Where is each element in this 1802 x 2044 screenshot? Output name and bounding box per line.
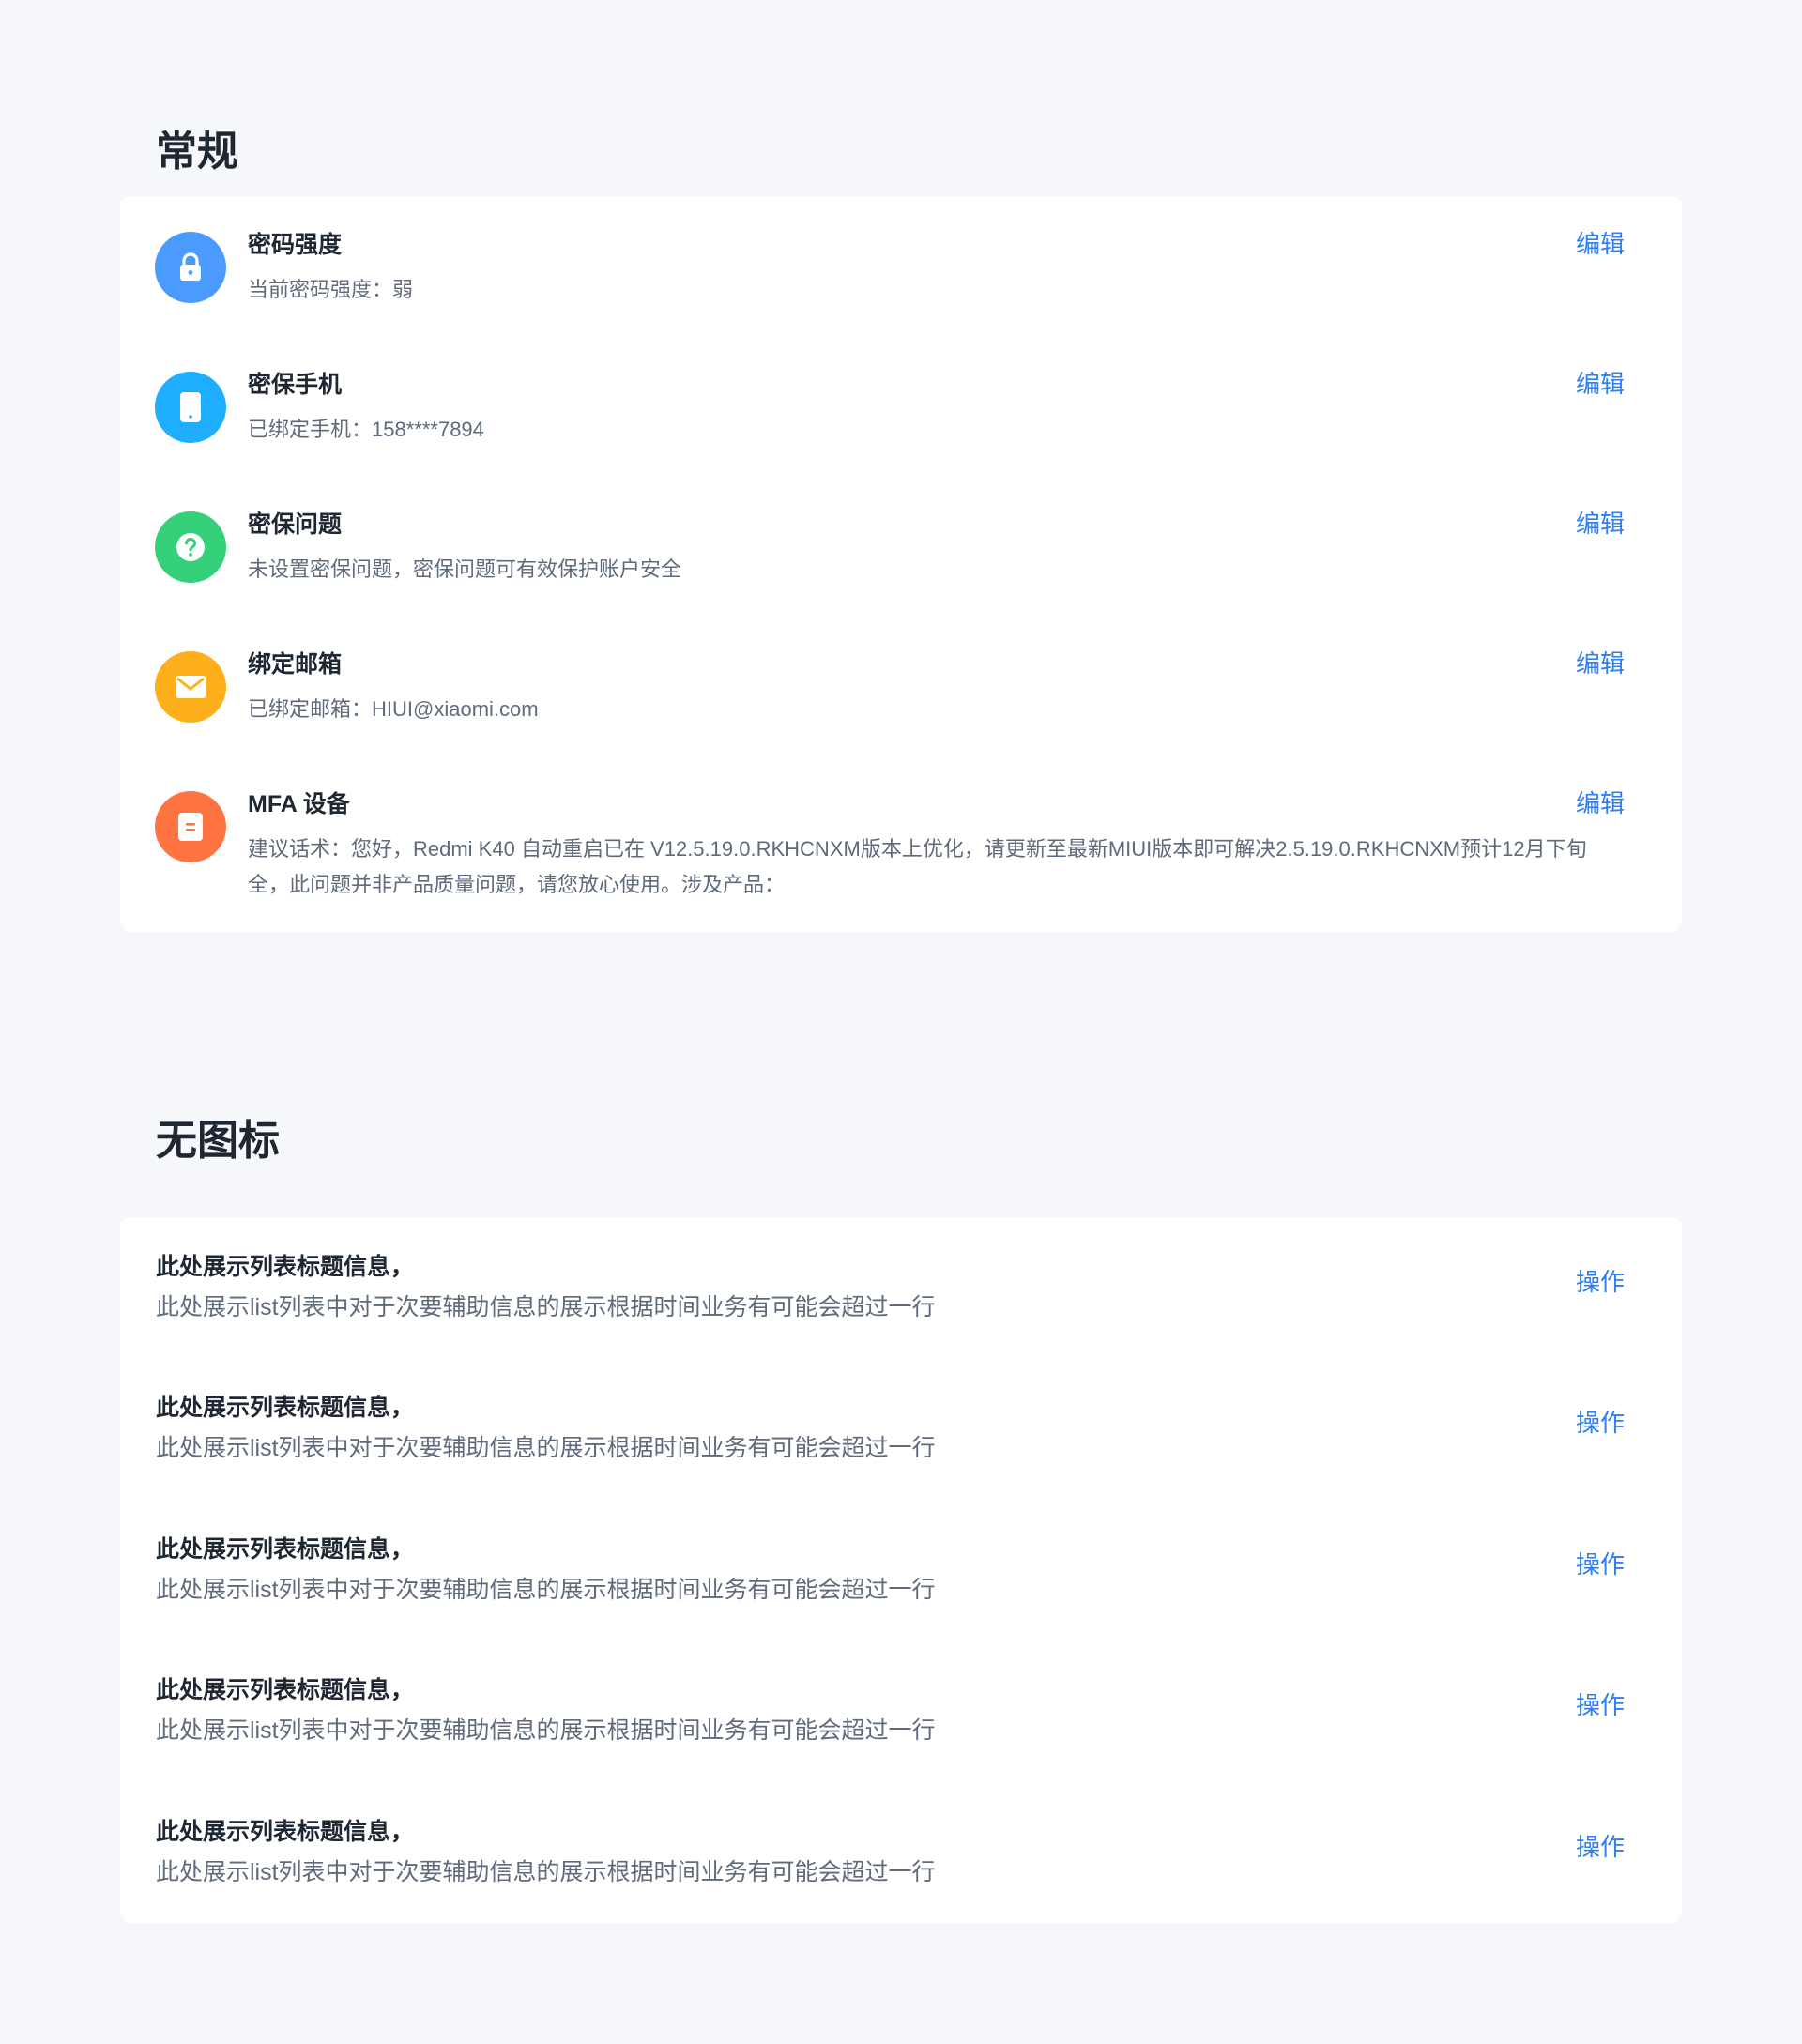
phone-icon [155, 372, 226, 443]
edit-question-button[interactable]: 编辑 [1576, 510, 1625, 539]
list-item: 此处展示列表标题信息， 此处展示list列表中对于次要辅助信息的展示根据时间业务… [120, 1782, 1682, 1923]
list-item-desc: 此处展示list列表中对于次要辅助信息的展示根据时间业务有可能会超过一行 [156, 1859, 936, 1885]
no-icon-list-card: 此处展示列表标题信息， 此处展示list列表中对于次要辅助信息的展示根据时间业务… [120, 1217, 1682, 1923]
list-item-desc: 此处展示list列表中对于次要辅助信息的展示根据时间业务有可能会超过一行 [156, 1435, 936, 1461]
edit-phone-button[interactable]: 编辑 [1576, 370, 1625, 399]
general-list-card: 密码强度 当前密码强度：弱 编辑 密保手机 已绑定手机：158****7894 … [120, 196, 1682, 932]
question-icon [155, 511, 226, 583]
lock-icon [155, 232, 226, 303]
mfa-device-title: MFA 设备 [248, 791, 350, 817]
list-item-password-strength: 密码强度 当前密码强度：弱 编辑 [120, 196, 1682, 336]
list-item-action-button[interactable]: 操作 [1576, 1691, 1625, 1720]
edit-password-button[interactable]: 编辑 [1576, 230, 1625, 259]
list-item-title: 此处展示列表标题信息， [156, 1254, 415, 1280]
list-item: 此处展示列表标题信息， 此处展示list列表中对于次要辅助信息的展示根据时间业务… [120, 1640, 1682, 1781]
list-item-desc: 此处展示list列表中对于次要辅助信息的展示根据时间业务有可能会超过一行 [156, 1577, 936, 1603]
list-item-desc: 此处展示list列表中对于次要辅助信息的展示根据时间业务有可能会超过一行 [156, 1717, 936, 1744]
edit-mfa-button[interactable]: 编辑 [1576, 789, 1625, 818]
security-phone-title: 密保手机 [248, 372, 343, 398]
section-title-general: 常规 [156, 129, 238, 175]
list-item-title: 此处展示列表标题信息， [156, 1819, 415, 1845]
list-item-action-button[interactable]: 操作 [1576, 1268, 1625, 1297]
bound-email-desc: 已绑定邮箱：HIUI@xiaomi.com [248, 697, 539, 721]
bound-email-title: 绑定邮箱 [248, 651, 343, 678]
list-item-mfa-device: MFA 设备 建议话术：您好，Redmi K40 自动重启已在 V12.5.19… [120, 755, 1682, 932]
list-item: 此处展示列表标题信息， 此处展示list列表中对于次要辅助信息的展示根据时间业务… [120, 1358, 1682, 1499]
list-item-title: 此处展示列表标题信息， [156, 1395, 415, 1421]
mail-icon [155, 651, 226, 723]
list-item-action-button[interactable]: 操作 [1576, 1409, 1625, 1438]
section-title-no-icon: 无图标 [156, 1118, 280, 1164]
list-item-security-phone: 密保手机 已绑定手机：158****7894 编辑 [120, 336, 1682, 476]
password-strength-title: 密码强度 [248, 232, 343, 258]
list-item-title: 此处展示列表标题信息， [156, 1677, 415, 1703]
list-item-title: 此处展示列表标题信息， [156, 1536, 415, 1563]
edit-email-button[interactable]: 编辑 [1576, 649, 1625, 679]
security-phone-desc: 已绑定手机：158****7894 [248, 418, 484, 441]
document-icon [155, 791, 226, 862]
list-item-security-question: 密保问题 未设置密保问题，密保问题可有效保护账户安全 编辑 [120, 476, 1682, 616]
mfa-device-desc: 建议话术：您好，Redmi K40 自动重启已在 V12.5.19.0.RKHC… [248, 837, 1587, 896]
security-question-desc: 未设置密保问题，密保问题可有效保护账户安全 [248, 557, 682, 581]
list-item-action-button[interactable]: 操作 [1576, 1550, 1625, 1579]
page: 常规 密码强度 当前密码强度：弱 编辑 密保手机 已绑定手机：158****78… [0, 0, 1802, 2044]
list-item-bound-email: 绑定邮箱 已绑定邮箱：HIUI@xiaomi.com 编辑 [120, 616, 1682, 755]
password-strength-desc: 当前密码强度：弱 [248, 278, 414, 301]
list-item-action-button[interactable]: 操作 [1576, 1833, 1625, 1862]
list-item: 此处展示列表标题信息， 此处展示list列表中对于次要辅助信息的展示根据时间业务… [120, 1217, 1682, 1358]
list-item: 此处展示列表标题信息， 此处展示list列表中对于次要辅助信息的展示根据时间业务… [120, 1500, 1682, 1640]
list-item-desc: 此处展示list列表中对于次要辅助信息的展示根据时间业务有可能会超过一行 [156, 1294, 936, 1320]
security-question-title: 密保问题 [248, 511, 343, 538]
